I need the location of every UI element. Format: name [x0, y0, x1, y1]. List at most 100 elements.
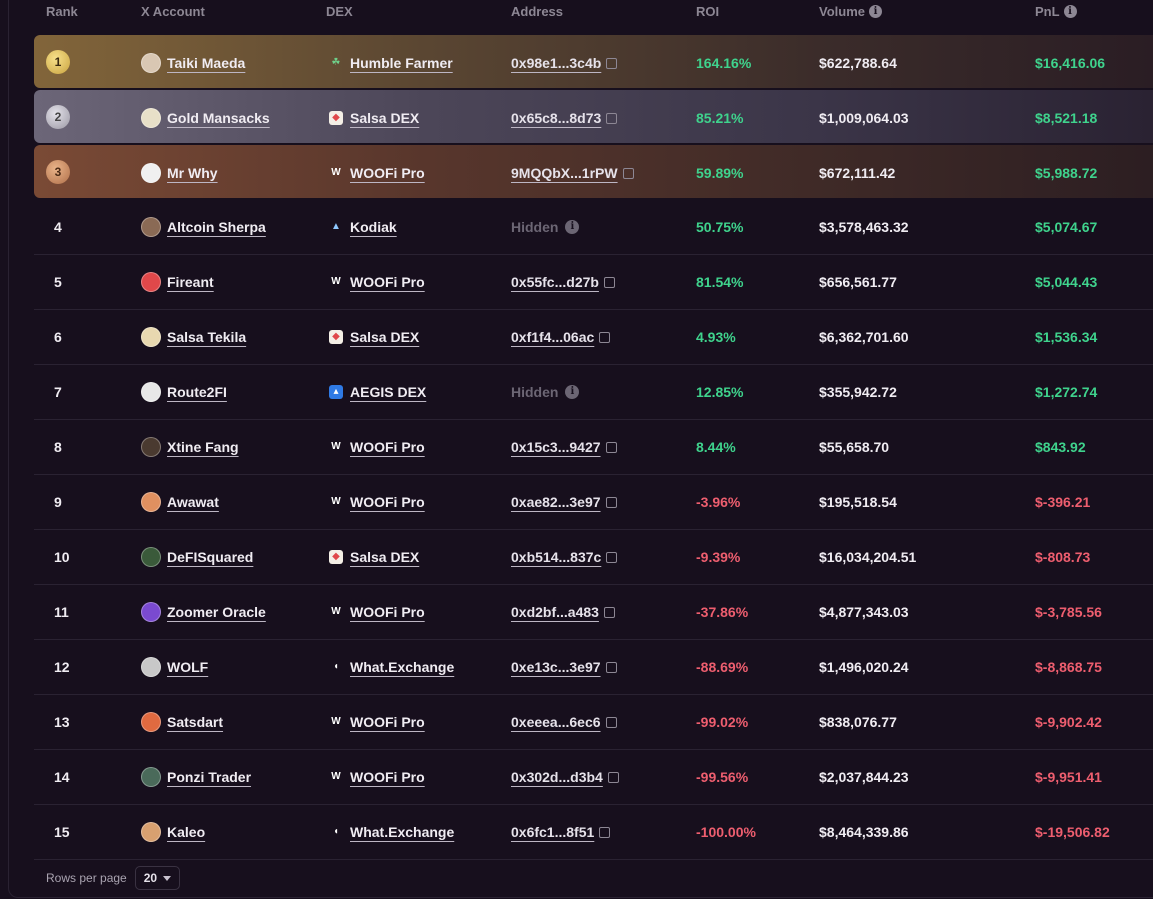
account-link[interactable]: Ponzi Trader: [167, 769, 251, 785]
info-icon[interactable]: i: [869, 5, 882, 18]
table-row[interactable]: 11 Zoomer Oracle W WOOFi Pro 0xd2bf...a483 -3…: [34, 584, 1153, 640]
header-volume[interactable]: Volume i: [819, 4, 882, 19]
info-icon[interactable]: i: [565, 384, 580, 399]
avatar: [141, 162, 161, 183]
table-row[interactable]: 5 Fireant W WOOFi Pro 0x55fc...d27b 81.54% $65…: [34, 254, 1153, 310]
account-link[interactable]: Xtine Fang: [167, 439, 239, 455]
dex-link[interactable]: Salsa DEX: [350, 110, 419, 126]
rank-number: 9: [54, 493, 62, 510]
account-link[interactable]: Gold Mansacks: [167, 110, 270, 126]
table-row[interactable]: 12 WOLF ◖ What.Exchange 0xe13c...3e97 -88.69%…: [34, 639, 1153, 695]
table-row[interactable]: 3 Mr Why W WOOFi Pro 9MQQbX...1rPW 59.89% $672…: [34, 145, 1153, 198]
header-address[interactable]: Address: [511, 4, 563, 19]
copy-icon[interactable]: [605, 497, 617, 508]
account-link[interactable]: Route2FI: [167, 384, 227, 400]
dex-link[interactable]: Salsa DEX: [350, 549, 419, 565]
header-dex[interactable]: DEX: [326, 4, 353, 19]
avatar: [141, 766, 161, 787]
account-link[interactable]: Salsa Tekila: [167, 329, 246, 345]
table-row[interactable]: 15 Kaleo ◖ What.Exchange 0x6fc1...8f51 -100.0…: [34, 804, 1153, 860]
roi-value: 8.44%: [696, 438, 736, 455]
table-row[interactable]: 1 Taiki Maeda ☘ Humble Farmer 0x98e1...3c4b 1…: [34, 35, 1153, 88]
address-link[interactable]: 9MQQbX...1rPW: [511, 165, 618, 181]
avatar: [141, 52, 161, 73]
copy-icon[interactable]: [606, 58, 618, 69]
table-row[interactable]: 4 Altcoin Sherpa ▲ Kodiak Hidden i 50.75% $3,57…: [34, 199, 1153, 255]
pagination-footer: Rows per page 20: [46, 866, 181, 890]
address-link[interactable]: 0xeeea...6ec6: [511, 714, 601, 730]
copy-icon[interactable]: [622, 168, 634, 179]
address-link[interactable]: 0xae82...3e97: [511, 494, 601, 510]
account-link[interactable]: Awawat: [167, 494, 219, 510]
volume-value: $4,877,343.03: [819, 603, 909, 620]
address-cell: 0xd2bf...a483: [511, 584, 615, 639]
roi-value: 4.93%: [696, 328, 736, 345]
copy-icon[interactable]: [599, 332, 611, 343]
roi-value: -99.56%: [696, 768, 749, 785]
dex-link[interactable]: WOOFi Pro: [350, 165, 425, 181]
copy-icon[interactable]: [603, 607, 615, 618]
copy-icon[interactable]: [605, 662, 617, 673]
dex-link[interactable]: What.Exchange: [350, 824, 454, 840]
dex-link[interactable]: WOOFi Pro: [350, 274, 425, 290]
address-link[interactable]: 0x65c8...8d73: [511, 110, 601, 126]
account-link[interactable]: Zoomer Oracle: [167, 604, 266, 620]
table-row[interactable]: 7 Route2FI ▴ AEGIS DEX Hidden i 12.85% $355,942…: [34, 364, 1153, 420]
dex-link[interactable]: Kodiak: [350, 219, 397, 235]
header-account[interactable]: X Account: [141, 4, 205, 19]
info-icon[interactable]: i: [565, 219, 580, 234]
table-row[interactable]: 13 Satsdart W WOOFi Pro 0xeeea...6ec6 -99.02%…: [34, 694, 1153, 750]
table-row[interactable]: 6 Salsa Tekila ◆ Salsa DEX 0xf1f4...06ac 4.93…: [34, 309, 1153, 365]
dex-link[interactable]: WOOFi Pro: [350, 714, 425, 730]
copy-icon[interactable]: [606, 552, 618, 563]
account-link[interactable]: Satsdart: [167, 714, 223, 730]
address-link[interactable]: 0xe13c...3e97: [511, 659, 601, 675]
address-link[interactable]: 0xd2bf...a483: [511, 604, 599, 620]
copy-icon[interactable]: [607, 772, 619, 783]
account-link[interactable]: Fireant: [167, 274, 214, 290]
whatexchange-icon: ◖: [332, 826, 340, 837]
address-link[interactable]: 0x55fc...d27b: [511, 274, 599, 290]
pnl-value: $1,536.34: [1035, 328, 1098, 345]
rows-per-page-select[interactable]: 20: [134, 866, 181, 890]
copy-icon[interactable]: [606, 113, 618, 124]
account-link[interactable]: Mr Why: [167, 165, 218, 181]
account-link[interactable]: Kaleo: [167, 824, 205, 840]
dex-link[interactable]: Humble Farmer: [350, 55, 453, 71]
rank-number: 8: [54, 438, 62, 455]
dex-link[interactable]: WOOFi Pro: [350, 604, 425, 620]
account-link[interactable]: DeFISquared: [167, 549, 253, 565]
dex-link[interactable]: Salsa DEX: [350, 329, 419, 345]
account-link[interactable]: WOLF: [167, 659, 208, 675]
copy-icon[interactable]: [603, 277, 615, 288]
dex-link[interactable]: What.Exchange: [350, 659, 454, 675]
table-row[interactable]: 9 Awawat W WOOFi Pro 0xae82...3e97 -3.96% $195…: [34, 474, 1153, 530]
address-link[interactable]: 0x98e1...3c4b: [511, 55, 601, 71]
dex-link[interactable]: WOOFi Pro: [350, 494, 425, 510]
table-row[interactable]: 10 DeFISquared ◆ Salsa DEX 0xb514...837c -9.3…: [34, 529, 1153, 585]
table-row[interactable]: 14 Ponzi Trader W WOOFi Pro 0x302d...d3b4 -99…: [34, 749, 1153, 805]
header-roi[interactable]: ROI: [696, 4, 719, 19]
address-link[interactable]: 0xb514...837c: [511, 549, 601, 565]
copy-icon[interactable]: [605, 717, 617, 728]
copy-icon[interactable]: [605, 442, 617, 453]
dex-cell: ◖ What.Exchange: [329, 804, 454, 859]
dex-link[interactable]: WOOFi Pro: [350, 769, 425, 785]
dex-link[interactable]: AEGIS DEX: [350, 384, 426, 400]
copy-icon[interactable]: [599, 827, 611, 838]
table-row[interactable]: 2 Gold Mansacks ◆ Salsa DEX 0x65c8...8d73 85.…: [34, 90, 1153, 143]
address-link[interactable]: 0xf1f4...06ac: [511, 329, 594, 345]
info-icon[interactable]: i: [1063, 5, 1077, 18]
account-link[interactable]: Altcoin Sherpa: [167, 219, 266, 235]
account-link[interactable]: Taiki Maeda: [167, 55, 245, 71]
dex-link[interactable]: WOOFi Pro: [350, 439, 425, 455]
address-link[interactable]: 0x6fc1...8f51: [511, 824, 594, 840]
header-rank[interactable]: Rank: [46, 4, 78, 19]
address-link[interactable]: 0x302d...d3b4: [511, 769, 603, 785]
table-row[interactable]: 8 Xtine Fang W WOOFi Pro 0x15c3...9427 8.44% $…: [34, 419, 1153, 475]
address-cell: 0x65c8...8d73: [511, 90, 618, 145]
address-link[interactable]: 0x15c3...9427: [511, 439, 601, 455]
header-pnl[interactable]: PnL i: [1035, 4, 1077, 19]
rank-number: 10: [54, 548, 70, 565]
woofi-icon: W: [331, 716, 341, 727]
